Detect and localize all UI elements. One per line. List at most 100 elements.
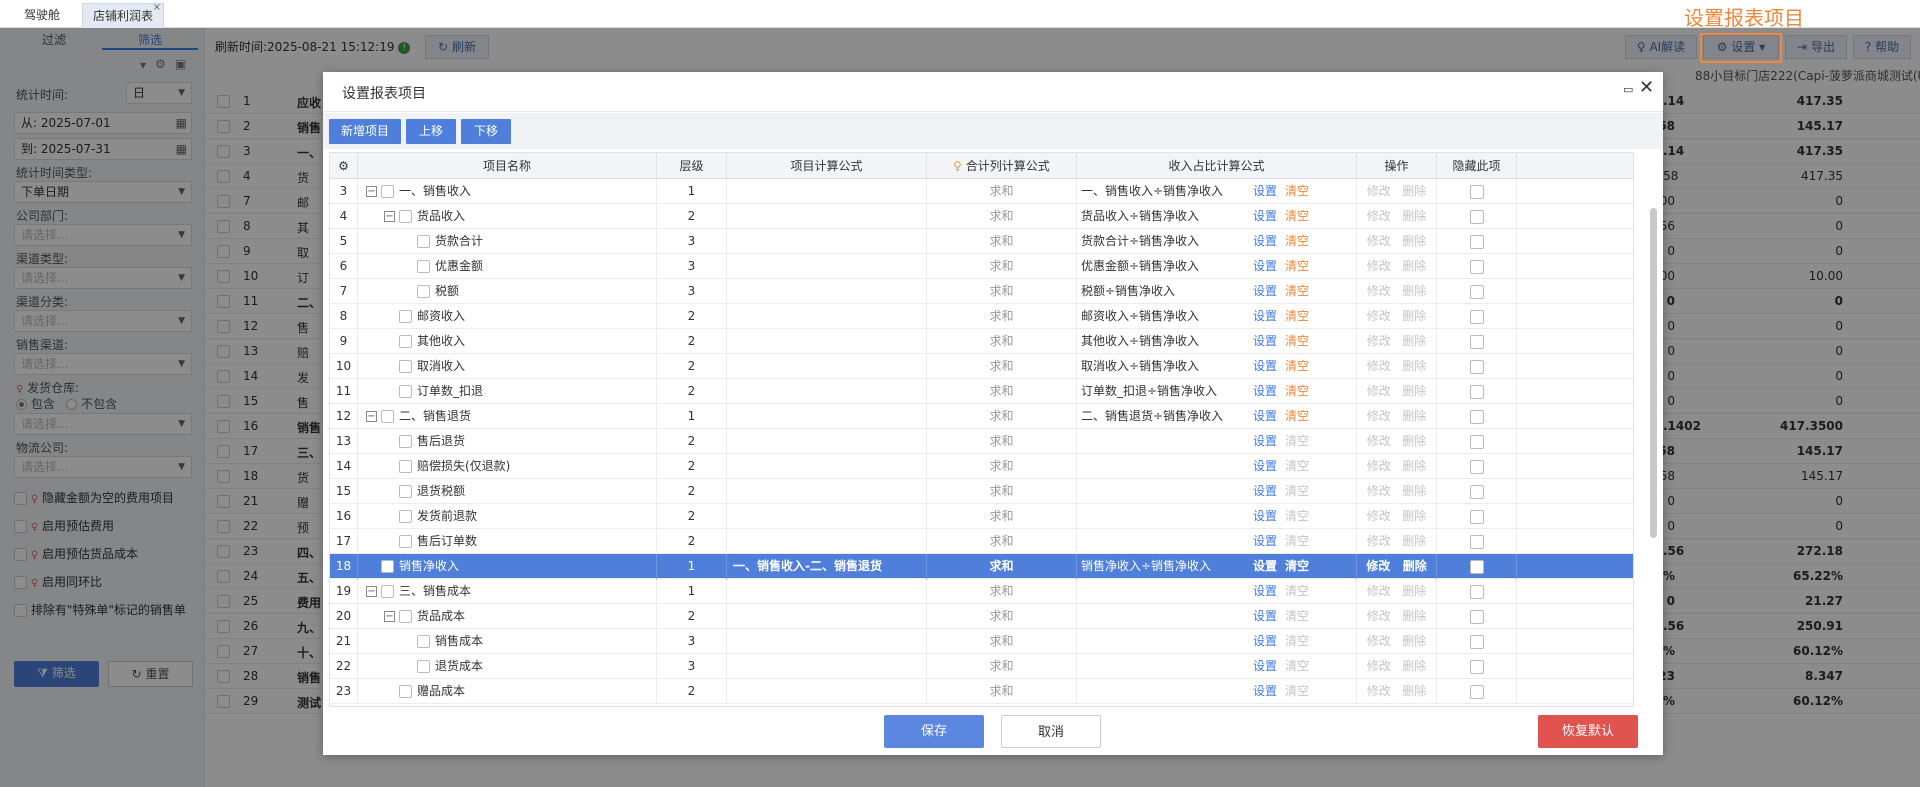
edit-link[interactable]: 修改	[1367, 384, 1391, 398]
clear-link[interactable]: 清空	[1285, 329, 1309, 354]
row-checkbox[interactable]	[381, 585, 394, 598]
hide-checkbox[interactable]	[1469, 259, 1484, 274]
hide-checkbox[interactable]	[1469, 459, 1484, 474]
clear-link[interactable]: 清空	[1285, 554, 1309, 579]
collapse-icon[interactable]: −	[384, 611, 395, 622]
grid-row[interactable]: 8 邮资收入 2 求和 邮资收入÷销售净收入 设置 清空 修改 删除	[330, 304, 1633, 329]
clear-link[interactable]: 清空	[1285, 179, 1309, 204]
row-checkbox[interactable]	[417, 285, 430, 298]
set-link[interactable]: 设置	[1253, 279, 1277, 304]
item-formula[interactable]	[727, 679, 927, 704]
delete-link[interactable]: 删除	[1402, 459, 1426, 473]
grid-row[interactable]: 21 销售成本 3 求和 设置 清空 修改 删除	[330, 629, 1633, 654]
set-link[interactable]: 设置	[1253, 504, 1277, 529]
item-name-cell[interactable]: 退货税额	[358, 479, 657, 504]
clear-link[interactable]: 清空	[1285, 354, 1309, 379]
hide-checkbox[interactable]	[1469, 334, 1484, 349]
grid-row[interactable]: 18 销售净收入 1 一、销售收入-二、销售退货 求和 销售净收入÷销售净收入 设置 清空 修改…	[330, 554, 1633, 579]
hide-checkbox[interactable]	[1469, 584, 1484, 599]
delete-link[interactable]: 删除	[1402, 484, 1426, 498]
hide-checkbox[interactable]	[1469, 534, 1484, 549]
item-name-cell[interactable]: 售后退货	[358, 429, 657, 454]
item-name-cell[interactable]: 优惠金额	[358, 254, 657, 279]
item-sum-formula[interactable]: 求和	[927, 654, 1077, 679]
edit-link[interactable]: 修改	[1367, 209, 1391, 223]
item-sum-formula[interactable]: 求和	[927, 229, 1077, 254]
maximize-icon[interactable]: ▭	[1623, 83, 1633, 96]
grid-row[interactable]: 15 退货税额 2 求和 设置 清空 修改 删除	[330, 479, 1633, 504]
clear-link[interactable]: 清空	[1285, 679, 1309, 704]
clear-link[interactable]: 清空	[1285, 629, 1309, 654]
row-checkbox[interactable]	[399, 535, 412, 548]
grid-row[interactable]: 13 售后退货 2 求和 设置 清空 修改 删除	[330, 429, 1633, 454]
delete-link[interactable]: 删除	[1402, 334, 1426, 348]
add-item-button[interactable]: 新增项目	[329, 119, 401, 144]
edit-link[interactable]: 修改	[1367, 534, 1391, 548]
item-sum-formula[interactable]: 求和	[927, 579, 1077, 604]
set-link[interactable]: 设置	[1253, 654, 1277, 679]
item-name-cell[interactable]: 订单数_扣退	[358, 379, 657, 404]
item-name-cell[interactable]: − 一、销售收入	[358, 179, 657, 204]
item-name-cell[interactable]: − 三、销售成本	[358, 579, 657, 604]
row-checkbox[interactable]	[417, 635, 430, 648]
item-formula[interactable]	[727, 454, 927, 479]
set-link[interactable]: 设置	[1253, 629, 1277, 654]
item-sum-formula[interactable]: 求和	[927, 529, 1077, 554]
item-sum-formula[interactable]: 求和	[927, 604, 1077, 629]
item-formula[interactable]	[727, 604, 927, 629]
row-checkbox[interactable]	[399, 435, 412, 448]
tab-cockpit[interactable]: 驾驶舱	[12, 3, 72, 28]
grid-row[interactable]: 4 − 货品收入 2 求和 货品收入÷销售净收入 设置 清空 修改 删除	[330, 204, 1633, 229]
grid-row[interactable]: 14 赔偿损失(仅退款) 2 求和 设置 清空 修改 删除	[330, 454, 1633, 479]
clear-link[interactable]: 清空	[1285, 229, 1309, 254]
item-sum-formula[interactable]: 求和	[927, 404, 1077, 429]
edit-link[interactable]: 修改	[1367, 634, 1391, 648]
row-checkbox[interactable]	[399, 210, 412, 223]
item-formula[interactable]	[727, 504, 927, 529]
collapse-icon[interactable]: −	[366, 586, 377, 597]
delete-link[interactable]: 删除	[1402, 609, 1426, 623]
save-button[interactable]: 保存	[884, 715, 984, 748]
clear-link[interactable]: 清空	[1285, 504, 1309, 529]
collapse-icon[interactable]: −	[366, 411, 377, 422]
hide-checkbox[interactable]	[1469, 484, 1484, 499]
grid-row[interactable]: 12− 二、销售退货 1 求和 二、销售退货÷销售净收入 设置 清空 修改 删除	[330, 404, 1633, 429]
clear-link[interactable]: 清空	[1285, 579, 1309, 604]
hide-checkbox[interactable]	[1469, 234, 1484, 249]
clear-link[interactable]: 清空	[1285, 654, 1309, 679]
delete-link[interactable]: 删除	[1403, 559, 1427, 573]
item-formula[interactable]	[727, 379, 927, 404]
item-formula[interactable]	[727, 404, 927, 429]
edit-link[interactable]: 修改	[1367, 309, 1391, 323]
cancel-button[interactable]: 取消	[1001, 715, 1101, 748]
item-formula[interactable]	[727, 529, 927, 554]
set-link[interactable]: 设置	[1253, 429, 1277, 454]
collapse-icon[interactable]: −	[384, 211, 395, 222]
item-sum-formula[interactable]: 求和	[927, 329, 1077, 354]
set-link[interactable]: 设置	[1253, 479, 1277, 504]
item-formula[interactable]	[727, 229, 927, 254]
set-link[interactable]: 设置	[1253, 254, 1277, 279]
hide-checkbox[interactable]	[1469, 359, 1484, 374]
clear-link[interactable]: 清空	[1285, 404, 1309, 429]
edit-link[interactable]: 修改	[1367, 659, 1391, 673]
row-checkbox[interactable]	[399, 685, 412, 698]
row-checkbox[interactable]	[381, 560, 394, 573]
delete-link[interactable]: 删除	[1402, 284, 1426, 298]
edit-link[interactable]: 修改	[1367, 459, 1391, 473]
hide-checkbox[interactable]	[1469, 384, 1484, 399]
item-name-cell[interactable]: 邮资收入	[358, 304, 657, 329]
delete-link[interactable]: 删除	[1402, 309, 1426, 323]
grid-row[interactable]: 23 赠品成本 2 求和 设置 清空 修改 删除	[330, 679, 1633, 704]
restore-default-button[interactable]: 恢复默认	[1538, 715, 1638, 748]
item-name-cell[interactable]: 货款合计	[358, 229, 657, 254]
grid-row[interactable]: 11 订单数_扣退 2 求和 订单数_扣退÷销售净收入 设置 清空 修改 删除	[330, 379, 1633, 404]
grid-row[interactable]: 6 优惠金额 3 求和 优惠金额÷销售净收入 设置 清空 修改 删除	[330, 254, 1633, 279]
grid-row[interactable]: 22 退货成本 3 求和 设置 清空 修改 删除	[330, 654, 1633, 679]
item-formula[interactable]	[727, 354, 927, 379]
row-checkbox[interactable]	[399, 485, 412, 498]
collapse-icon[interactable]: −	[366, 186, 377, 197]
delete-link[interactable]: 删除	[1402, 684, 1426, 698]
hide-checkbox[interactable]	[1469, 434, 1484, 449]
grid-row[interactable]: 20− 货品成本 2 求和 设置 清空 修改 删除	[330, 604, 1633, 629]
